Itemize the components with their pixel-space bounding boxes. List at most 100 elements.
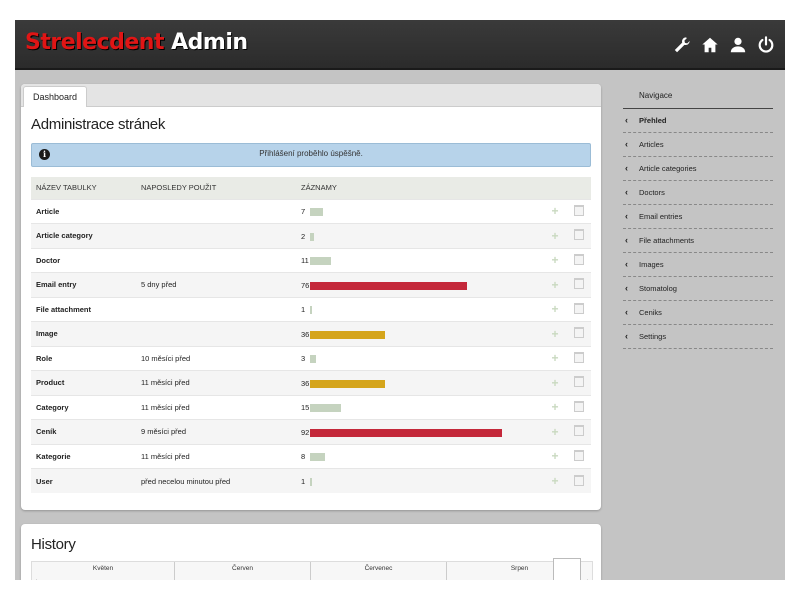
home-icon[interactable]: [701, 36, 719, 54]
nav-item[interactable]: ‹ Ceniks: [623, 301, 773, 325]
add-icon[interactable]: +: [551, 302, 558, 316]
add-icon[interactable]: +: [551, 425, 558, 439]
row-table-name[interactable]: Doctor: [31, 247, 136, 273]
user-icon[interactable]: [729, 36, 747, 54]
nav-item[interactable]: ‹ Settings: [623, 325, 773, 349]
col-calendar: [567, 177, 591, 199]
row-table-name[interactable]: Article: [31, 198, 136, 224]
history-timeline[interactable]: Květen Červen Červenec Srpen ‹ ›: [31, 558, 593, 580]
nav-item[interactable]: ‹ Images: [623, 253, 773, 277]
chevron-left-icon: ‹: [625, 331, 628, 341]
table-row[interactable]: Kategorie 11 měsíci před 8 +: [31, 443, 591, 469]
col-records: ZÁZNAMY: [301, 183, 337, 193]
record-bar: [310, 208, 323, 217]
row-table-name[interactable]: File attachment: [31, 296, 136, 322]
table-row[interactable]: User před necelou minutou před 1 +: [31, 468, 591, 493]
row-table-name[interactable]: Product: [31, 370, 136, 395]
row-records: 3: [296, 345, 543, 371]
table-row[interactable]: Doctor 11 +: [31, 247, 591, 273]
chevron-left-icon: ‹: [625, 235, 628, 245]
row-add-cell: +: [543, 443, 567, 469]
nav-item[interactable]: ‹ Doctors: [623, 181, 773, 205]
table-row[interactable]: Ceník 9 měsíci před 92 +: [31, 419, 591, 444]
table-row[interactable]: Role 10 měsíci před 3 +: [31, 345, 591, 371]
row-table-name[interactable]: Article category: [31, 223, 136, 248]
calendar-icon[interactable]: [574, 229, 584, 241]
add-icon[interactable]: +: [551, 278, 558, 292]
row-calendar-cell: [567, 223, 591, 248]
row-table-name[interactable]: Kategorie: [31, 443, 136, 469]
table-row[interactable]: Product 11 měsíci před 36 +: [31, 370, 591, 395]
timeline-next-icon[interactable]: ›: [587, 578, 589, 580]
nav-item[interactable]: ‹ File attachments: [623, 229, 773, 253]
add-icon[interactable]: +: [551, 351, 558, 365]
calendar-icon[interactable]: [574, 327, 584, 339]
table-row[interactable]: Category 11 měsíci před 15 +: [31, 394, 591, 420]
row-table-name[interactable]: Email entry: [31, 272, 136, 297]
col-last-used: NAPOSLEDY POUŽIT: [141, 183, 217, 193]
row-add-cell: +: [543, 345, 567, 371]
row-table-name[interactable]: Ceník: [31, 419, 136, 444]
table-row[interactable]: Article category 2 +: [31, 223, 591, 248]
add-icon[interactable]: +: [551, 376, 558, 390]
add-icon[interactable]: +: [551, 327, 558, 341]
timeline-month: Květen: [32, 562, 175, 580]
nav-item[interactable]: ‹ Article categories: [623, 157, 773, 181]
row-last-used: [136, 321, 296, 346]
calendar-icon[interactable]: [574, 400, 584, 412]
record-bar: [310, 330, 385, 339]
calendar-icon[interactable]: [574, 449, 584, 461]
table-row[interactable]: Article 7 +: [31, 198, 591, 224]
row-add-cell: +: [543, 247, 567, 273]
nav-item[interactable]: ‹ Stomatolog: [623, 277, 773, 301]
nav-item[interactable]: ‹ Email entries: [623, 205, 773, 229]
calendar-icon[interactable]: [574, 474, 584, 486]
add-icon[interactable]: +: [551, 400, 558, 414]
table-row[interactable]: Email entry 5 dny před 76 +: [31, 272, 591, 297]
page-title: Administrace stránek: [31, 116, 166, 133]
calendar-icon[interactable]: [574, 425, 584, 437]
add-icon[interactable]: +: [551, 229, 558, 243]
row-table-name[interactable]: Category: [31, 394, 136, 420]
timeline-prev-icon[interactable]: ‹: [35, 578, 37, 580]
row-table-name[interactable]: User: [31, 468, 136, 493]
table-row[interactable]: Image 36 +: [31, 321, 591, 346]
nav-item[interactable]: ‹ Přehled: [623, 109, 773, 133]
table-row[interactable]: File attachment 1 +: [31, 296, 591, 322]
record-count: 76: [301, 280, 310, 290]
record-count: 36: [301, 329, 310, 339]
calendar-icon[interactable]: [574, 278, 584, 290]
calendar-icon[interactable]: [574, 253, 584, 265]
calendar-icon[interactable]: [574, 204, 584, 216]
top-icons: [673, 36, 775, 54]
record-bar: [310, 281, 467, 290]
records-cell: 11: [301, 254, 538, 266]
add-icon[interactable]: +: [551, 204, 558, 218]
nav-list: ‹ Přehled ‹ Articles ‹ Article categories ‹ Doc…: [623, 109, 773, 349]
records-cell: 1: [301, 303, 538, 315]
nav-item[interactable]: ‹ Articles: [623, 133, 773, 157]
calendar-icon[interactable]: [574, 351, 584, 363]
col-add: [543, 177, 567, 199]
record-bar: [310, 379, 385, 388]
row-table-name[interactable]: Image: [31, 321, 136, 346]
add-icon[interactable]: +: [551, 253, 558, 267]
records-cell: 2: [301, 230, 538, 242]
row-table-name[interactable]: Role: [31, 345, 136, 371]
tab-dashboard[interactable]: Dashboard: [23, 86, 88, 107]
wrench-icon[interactable]: [673, 36, 691, 54]
power-icon[interactable]: [757, 36, 775, 54]
history-title: History: [31, 536, 76, 553]
chevron-left-icon: ‹: [625, 139, 628, 149]
row-add-cell: +: [543, 296, 567, 322]
record-count: 36: [301, 378, 310, 388]
add-icon[interactable]: +: [551, 474, 558, 488]
calendar-icon[interactable]: [574, 302, 584, 314]
brand-name: Strelecdent: [25, 30, 164, 55]
timeline-range-box[interactable]: [553, 558, 581, 580]
add-icon[interactable]: +: [551, 449, 558, 463]
calendar-icon[interactable]: [574, 376, 584, 388]
brand-logo[interactable]: Strelecdent Admin: [25, 30, 248, 55]
timeline-month: Červenec: [311, 562, 447, 580]
top-bar: Strelecdent Admin: [15, 20, 785, 70]
